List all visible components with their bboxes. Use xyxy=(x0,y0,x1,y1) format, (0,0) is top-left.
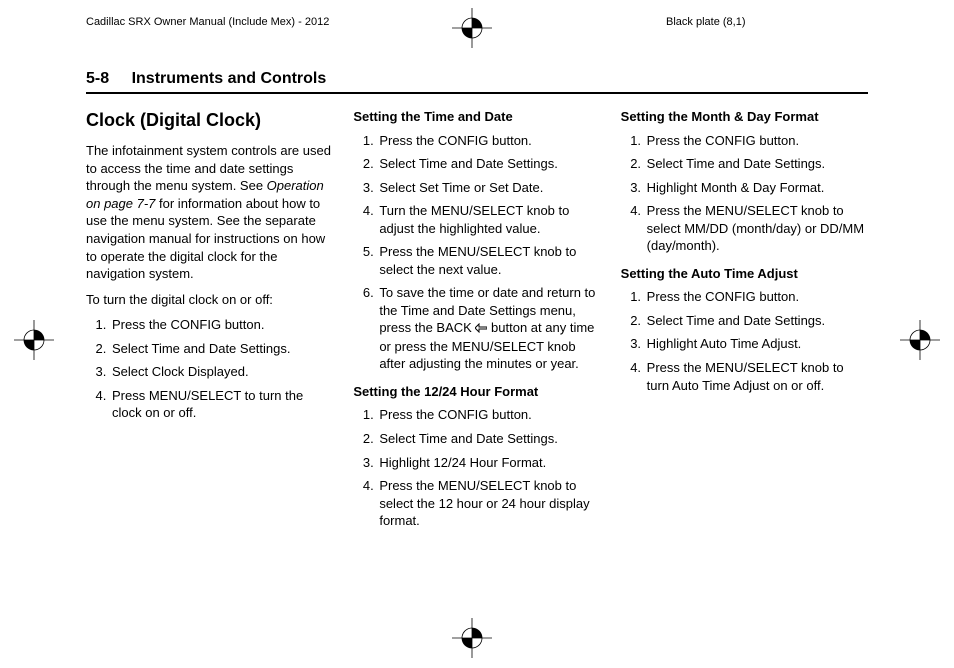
list-item: Press the MENU/SELECT knob to select the… xyxy=(377,477,600,530)
list-item: Select Time and Date Settings. xyxy=(110,340,333,358)
clock-intro: The infotainment system controls are use… xyxy=(86,142,333,282)
page: Cadillac SRX Owner Manual (Include Mex) … xyxy=(0,0,954,668)
list-item: Select Time and Date Settings. xyxy=(645,312,868,330)
clock-toggle-lead: To turn the digital clock on or off: xyxy=(86,291,333,309)
hr-format-steps: Press the CONFIG button. Select Time and… xyxy=(353,406,600,529)
doc-title: Cadillac SRX Owner Manual (Include Mex) … xyxy=(86,16,329,28)
list-item: To save the time or date and return to t… xyxy=(377,284,600,373)
list-item: Press the CONFIG button. xyxy=(645,132,868,150)
list-item: Press the MENU/SELECT knob to select MM/… xyxy=(645,202,868,255)
registration-mark-left xyxy=(14,320,54,360)
section-title: Instruments and Controls xyxy=(132,70,327,87)
list-item: Highlight Auto Time Adjust. xyxy=(645,335,868,353)
list-item: Turn the MENU/SELECT knob to adjust the … xyxy=(377,202,600,237)
list-item: Press the CONFIG button. xyxy=(377,406,600,424)
heading-month-day: Setting the Month & Day Format xyxy=(621,108,868,126)
plate-label: Black plate (8,1) xyxy=(666,16,745,28)
list-item: Press MENU/SELECT to turn the clock on o… xyxy=(110,387,333,422)
column-1: Clock (Digital Clock) The infotainment s… xyxy=(86,108,333,540)
auto-time-steps: Press the CONFIG button. Select Time and… xyxy=(621,288,868,394)
heading-auto-time: Setting the Auto Time Adjust xyxy=(621,265,868,283)
registration-mark-right xyxy=(900,320,940,360)
column-2: Setting the Time and Date Press the CONF… xyxy=(353,108,600,540)
list-item: Press the CONFIG button. xyxy=(377,132,600,150)
column-3: Setting the Month & Day Format Press the… xyxy=(621,108,868,540)
section-header: 5-8 Instruments and Controls xyxy=(86,70,868,94)
list-item: Select Clock Displayed. xyxy=(110,363,333,381)
content-area: 5-8 Instruments and Controls Clock (Digi… xyxy=(86,70,868,642)
back-arrow-icon xyxy=(475,320,487,338)
clock-heading: Clock (Digital Clock) xyxy=(86,108,333,132)
list-item: Highlight Month & Day Format. xyxy=(645,179,868,197)
list-item: Press the CONFIG button. xyxy=(110,316,333,334)
clock-toggle-steps: Press the CONFIG button. Select Time and… xyxy=(86,316,333,422)
list-item: Press the CONFIG button. xyxy=(645,288,868,306)
registration-mark-top xyxy=(452,8,492,48)
list-item: Press the MENU/SELECT knob to turn Auto … xyxy=(645,359,868,394)
list-item: Select Set Time or Set Date. xyxy=(377,179,600,197)
list-item: Select Time and Date Settings. xyxy=(377,430,600,448)
heading-12-24: Setting the 12/24 Hour Format xyxy=(353,383,600,401)
time-date-steps: Press the CONFIG button. Select Time and… xyxy=(353,132,600,373)
heading-time-date: Setting the Time and Date xyxy=(353,108,600,126)
section-number: 5-8 xyxy=(86,70,109,87)
list-item: Highlight 12/24 Hour Format. xyxy=(377,454,600,472)
list-item: Select Time and Date Settings. xyxy=(377,155,600,173)
list-item: Select Time and Date Settings. xyxy=(645,155,868,173)
list-item: Press the MENU/SELECT knob to select the… xyxy=(377,243,600,278)
month-day-steps: Press the CONFIG button. Select Time and… xyxy=(621,132,868,255)
columns: Clock (Digital Clock) The infotainment s… xyxy=(86,108,868,540)
